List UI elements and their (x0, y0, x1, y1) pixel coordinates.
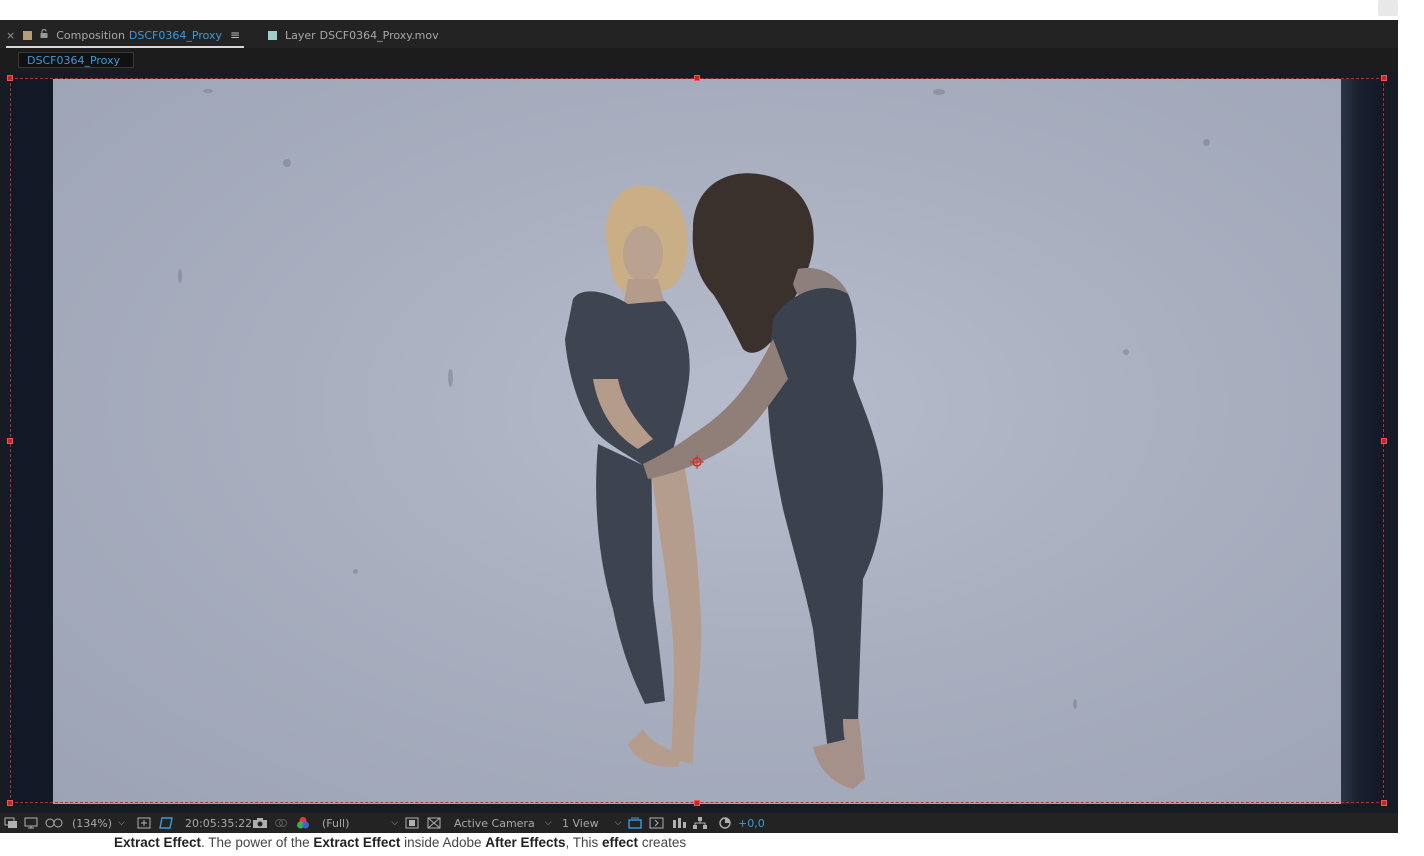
pasteboard-right (1341, 79, 1385, 804)
show-snapshot-icon[interactable] (274, 813, 288, 833)
pasteboard-left (10, 79, 53, 804)
snapshot-camera-icon[interactable] (252, 813, 268, 833)
dancers-illustration (565, 173, 883, 789)
zoom-dropdown[interactable]: (134%) ⌵ (72, 813, 125, 833)
view-layout-dropdown[interactable]: 1 View ⌵ (562, 813, 621, 833)
label-color-swatch (23, 30, 33, 40)
caption-bold: effect (602, 835, 639, 850)
chevron-down-icon: ⌵ (544, 818, 552, 828)
fit-frame-icon[interactable] (137, 813, 151, 833)
region-of-interest-icon[interactable] (158, 813, 174, 833)
exposure-value[interactable]: +0,0 (738, 813, 765, 833)
fast-preview-icon[interactable] (649, 813, 665, 833)
exposure-text: +0,0 (738, 816, 765, 830)
tab-layer-prefix: Layer (285, 28, 316, 42)
chevron-down-icon: ⌵ (118, 818, 125, 828)
timeline-icon[interactable] (671, 813, 687, 833)
comp-navigator-bar: DSCF0364_Proxy (0, 48, 1398, 72)
fast-previews-icon[interactable] (405, 813, 419, 833)
composition-viewer[interactable] (0, 72, 1398, 813)
footage-frame[interactable] (53, 79, 1341, 804)
caption-text: , This (565, 835, 603, 850)
transform-handle-bottom-center[interactable] (694, 800, 700, 806)
view-layout-value: 1 View (562, 816, 599, 830)
resolution-dropdown[interactable]: (Full) ⌵ (322, 813, 398, 833)
viewer-toolbar: (134%) ⌵ 20:05:35:22 (Full) ⌵ Active Cam… (0, 813, 1398, 833)
tab-composition-name[interactable]: DSCF0364_Proxy (129, 29, 222, 42)
caption-text: creates (638, 835, 687, 850)
mask-visibility-icon[interactable] (45, 813, 63, 833)
caption-text: inside Adobe (400, 835, 486, 850)
current-timecode[interactable]: 20:05:35:22 (185, 813, 252, 833)
always-preview-icon[interactable] (4, 813, 18, 833)
monitor-icon[interactable] (24, 813, 38, 833)
panel-menu-icon[interactable]: ≡ (230, 28, 240, 42)
panel-tab-bar: × Composition DSCF0364_Proxy ≡ Layer DSC… (0, 20, 1398, 48)
transparency-grid-icon[interactable] (427, 813, 441, 833)
browser-scroll-thumb[interactable] (1378, 0, 1398, 16)
transform-handle-bottom-right[interactable] (1381, 800, 1387, 806)
transform-handle-top-right[interactable] (1381, 75, 1387, 81)
transform-handle-top-left[interactable] (7, 75, 13, 81)
channel-rgb-icon[interactable] (296, 813, 310, 833)
tab-composition-prefix: Composition (56, 28, 125, 42)
caption-text: . The power of the (201, 835, 314, 850)
label-color-swatch (268, 30, 277, 40)
transform-handle-middle-left[interactable] (7, 438, 13, 444)
zoom-value: (134%) (72, 816, 113, 830)
anchor-point-icon[interactable] (690, 455, 704, 469)
caption-bold: Extract Effect (114, 835, 202, 850)
camera-view-value: Active Camera (454, 816, 535, 830)
tab-layer[interactable]: Layer DSCF0364_Proxy.mov (268, 27, 439, 43)
flowchart-icon[interactable] (692, 813, 708, 833)
caption-bold: After Effects (485, 835, 566, 850)
article-caption: Extract Effect. The power of the Extract… (114, 835, 686, 850)
caption-bold: Extract Effect (313, 835, 401, 850)
tab-layer-name: DSCF0364_Proxy.mov (319, 28, 439, 42)
tab-composition[interactable]: × Composition DSCF0364_Proxy ≡ (6, 27, 245, 48)
resolution-value: (Full) (322, 816, 350, 830)
after-effects-composition-panel: × Composition DSCF0364_Proxy ≡ Layer DSC… (0, 20, 1398, 833)
timecode-text: 20:05:35:22 (185, 816, 253, 830)
toggle-pixel-aspect-icon[interactable] (627, 813, 643, 833)
camera-view-dropdown[interactable]: Active Camera ⌵ (454, 813, 552, 833)
chevron-down-icon: ⌵ (614, 818, 622, 828)
close-icon[interactable]: × (6, 29, 15, 42)
transform-handle-middle-right[interactable] (1381, 438, 1387, 444)
reset-exposure-icon[interactable] (718, 813, 732, 833)
transform-handle-bottom-left[interactable] (7, 800, 13, 806)
chevron-down-icon: ⌵ (391, 818, 399, 828)
lock-icon[interactable] (40, 28, 48, 41)
breadcrumb[interactable]: DSCF0364_Proxy (18, 52, 134, 68)
transform-handle-top-center[interactable] (694, 75, 700, 81)
